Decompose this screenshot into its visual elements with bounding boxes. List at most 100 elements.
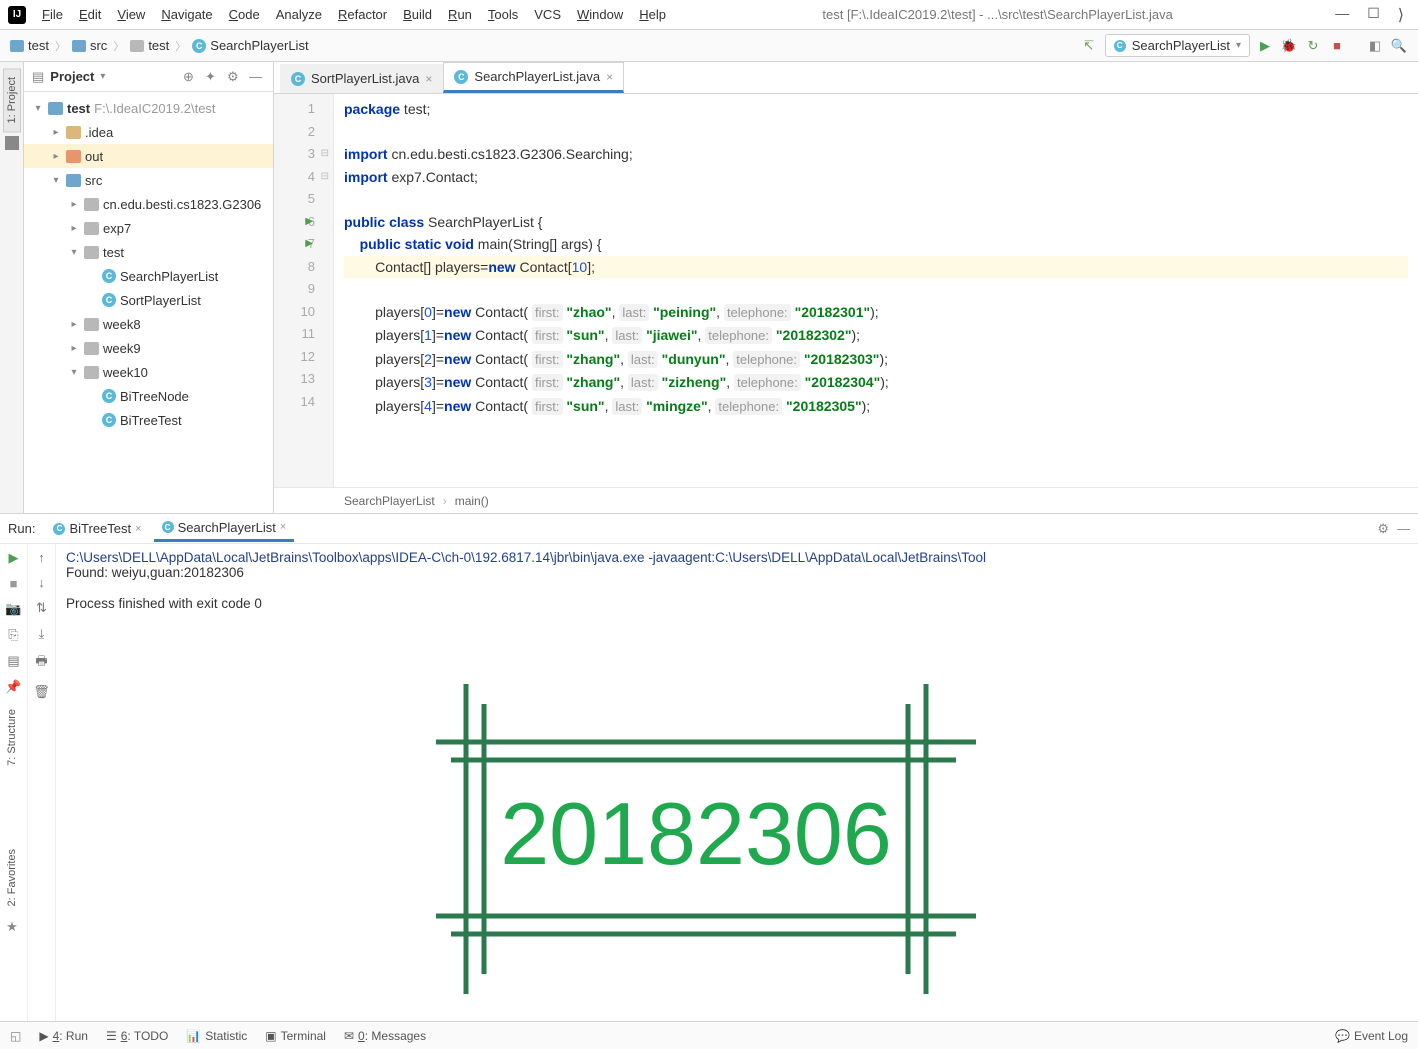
breadcrumb-item[interactable]: CSearchPlayerList (188, 36, 312, 55)
menu-view[interactable]: View (109, 3, 153, 26)
editor-tab[interactable]: CSortPlayerList.java× (280, 64, 443, 93)
status-todo[interactable]: ☰6: TODO (106, 1029, 168, 1043)
up-icon[interactable]: ↑ (38, 550, 45, 565)
git-button[interactable]: ◧ (1366, 37, 1384, 55)
close-run-tab-icon[interactable]: × (280, 521, 286, 533)
status-terminal[interactable]: ▣Terminal (265, 1029, 326, 1043)
watermark-overlay: 20182306 (436, 684, 996, 994)
tree-node[interactable]: ▾test F:\.IdeaIC2019.2\test (24, 96, 273, 120)
wrap-icon[interactable]: ⇅ (36, 600, 47, 616)
settings-gear-icon[interactable]: ⚙ (227, 69, 243, 85)
down-icon[interactable]: ↓ (38, 575, 45, 590)
locate-icon[interactable]: ⊕ (183, 69, 199, 85)
msg-icon: ✉ (344, 1029, 354, 1043)
tree-node[interactable]: CBiTreeNode (24, 384, 273, 408)
status-statistic[interactable]: 📊Statistic (186, 1029, 247, 1043)
print-icon[interactable]: 🖶 (35, 652, 47, 674)
tree-node[interactable]: CSearchPlayerList (24, 264, 273, 288)
menu-run[interactable]: Run (440, 3, 480, 26)
editor-tab[interactable]: CSearchPlayerList.java× (443, 62, 624, 93)
breadcrumb-item[interactable]: src (68, 36, 111, 55)
tree-twisty-icon[interactable]: ▸ (68, 223, 80, 234)
tool-window-icon[interactable]: ◱ (10, 1029, 21, 1043)
menu-refactor[interactable]: Refactor (330, 3, 395, 26)
stop-run-button[interactable]: ■ (10, 576, 18, 591)
project-view-dropdown[interactable]: Project (50, 69, 94, 84)
menu-navigate[interactable]: Navigate (153, 3, 220, 26)
event-log-button[interactable]: 💬 Event Log (1335, 1029, 1408, 1043)
layout-icon[interactable]: ▤ (7, 653, 19, 669)
tree-node[interactable]: CSortPlayerList (24, 288, 273, 312)
breadcrumb-item[interactable]: test (126, 36, 173, 55)
console-output[interactable]: C:\Users\DELL\AppData\Local\JetBrains\To… (56, 544, 1418, 1021)
tree-twisty-icon[interactable]: ▸ (68, 319, 80, 330)
menu-file[interactable]: File (34, 3, 71, 26)
class-icon: C (291, 72, 305, 86)
code-editor[interactable]: package test; import cn.edu.besti.cs1823… (334, 94, 1418, 487)
menu-build[interactable]: Build (395, 3, 440, 26)
tree-twisty-icon[interactable]: ▸ (68, 199, 80, 210)
favorites-tool-tab[interactable]: 2: Favorites (3, 840, 21, 915)
tree-twisty-icon[interactable]: ▾ (68, 367, 80, 378)
status-run[interactable]: ▶4: Run (39, 1029, 88, 1043)
close-run-tab-icon[interactable]: × (135, 523, 141, 535)
todo-icon: ☰ (106, 1029, 117, 1043)
stop-button[interactable]: ■ (1328, 37, 1346, 55)
breadcrumb-item[interactable]: test (6, 36, 53, 55)
tree-twisty-icon[interactable]: ▾ (32, 103, 44, 114)
run-tab[interactable]: CSearchPlayerList× (154, 516, 295, 542)
crumb-class[interactable]: SearchPlayerList (344, 494, 435, 508)
run-settings-gear-icon[interactable]: ⚙ (1377, 521, 1389, 537)
tree-twisty-icon[interactable]: ▸ (68, 343, 80, 354)
minimize-button[interactable]: — (1335, 5, 1349, 25)
tree-twisty-icon[interactable]: ▸ (50, 127, 62, 138)
menu-edit[interactable]: Edit (71, 3, 109, 26)
close-tab-icon[interactable]: × (425, 72, 432, 86)
tree-node[interactable]: ▸.idea (24, 120, 273, 144)
tree-node[interactable]: ▾src (24, 168, 273, 192)
run-minimize-icon[interactable]: — (1397, 521, 1410, 537)
tree-node[interactable]: ▾test (24, 240, 273, 264)
trash-icon[interactable]: 🗑 (33, 684, 50, 700)
class-icon: C (454, 70, 468, 84)
menu-tools[interactable]: Tools (480, 3, 526, 26)
run-button[interactable]: ▶ (1256, 37, 1274, 55)
build-hammer-icon[interactable]: ↸ (1079, 36, 1099, 56)
menu-vcs[interactable]: VCS (526, 3, 569, 26)
exit-icon[interactable]: ⎘ (8, 627, 18, 643)
maximize-button[interactable]: ☐ (1367, 5, 1380, 25)
debug-button[interactable]: 🐞 (1280, 37, 1298, 55)
expand-icon[interactable]: ✦ (205, 69, 221, 85)
close-button[interactable]: ⟩ (1398, 5, 1404, 25)
pin-icon[interactable]: 📌 (5, 679, 21, 695)
status-messages[interactable]: ✉0: Messages (344, 1029, 426, 1043)
tree-twisty-icon[interactable]: ▸ (50, 151, 62, 162)
dump-icon[interactable]: 📷 (5, 601, 21, 617)
tree-node[interactable]: ▾week10 (24, 360, 273, 384)
tree-node[interactable]: ▸cn.edu.besti.cs1823.G2306 (24, 192, 273, 216)
run-config-dropdown[interactable]: C SearchPlayerList ▾ (1105, 34, 1250, 57)
tree-node[interactable]: CBiTreeTest (24, 408, 273, 432)
menu-code[interactable]: Code (221, 3, 268, 26)
rerun-button[interactable]: ▶ (9, 550, 19, 566)
crumb-method[interactable]: main() (455, 494, 489, 508)
tree-twisty-icon[interactable]: ▾ (68, 247, 80, 258)
menu-help[interactable]: Help (631, 3, 674, 26)
tree-node[interactable]: ▸week8 (24, 312, 273, 336)
scroll-icon[interactable]: ⤓ (39, 626, 45, 642)
star-icon: ★ (6, 919, 18, 935)
run-tab[interactable]: CBiTreeTest× (45, 516, 149, 542)
tree-node[interactable]: ▸week9 (24, 336, 273, 360)
project-tool-tab[interactable]: 1: Project (3, 68, 21, 132)
structure-tool-tab[interactable]: 7: Structure (3, 700, 21, 775)
tree-node[interactable]: ▸exp7 (24, 216, 273, 240)
collapse-icon[interactable]: — (249, 69, 265, 85)
tree-node[interactable]: ▸out (24, 144, 273, 168)
coverage-button[interactable]: ↻ (1304, 37, 1322, 55)
menu-window[interactable]: Window (569, 3, 631, 26)
tree-twisty-icon[interactable]: ▾ (50, 175, 62, 186)
close-tab-icon[interactable]: × (606, 70, 613, 84)
menu-analyze[interactable]: Analyze (268, 3, 330, 26)
search-button[interactable]: 🔍 (1390, 37, 1408, 55)
project-tree[interactable]: ▾test F:\.IdeaIC2019.2\test▸.idea▸out▾sr… (24, 92, 273, 513)
